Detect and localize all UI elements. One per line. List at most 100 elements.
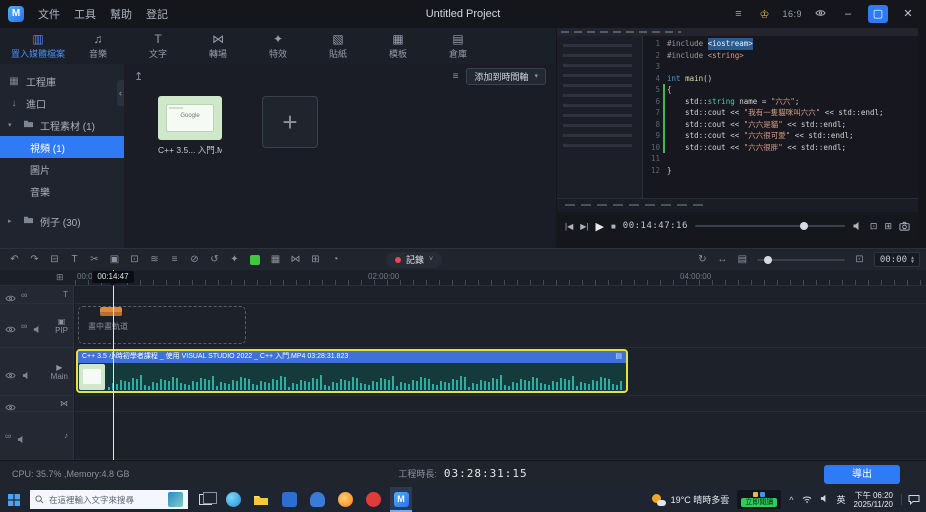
weather-widget[interactable]: 19°C 晴時多雲 <box>652 493 730 506</box>
track-pip-lane[interactable]: 畫中畫軌道 <box>75 304 926 348</box>
sidebar-collapse-handle[interactable]: ‹ <box>117 80 124 106</box>
fit-timeline-icon[interactable]: ⊡ <box>851 252 868 268</box>
tab-music[interactable]: ♫音樂 <box>70 33 126 60</box>
start-button[interactable] <box>4 494 24 506</box>
sidebar-item-video[interactable]: 視頻 (1) <box>0 136 124 158</box>
pan-zoom-icon[interactable]: ⊞ <box>307 252 324 268</box>
aspect-ratio-button[interactable]: 16:9 <box>782 9 802 19</box>
taskbar-app-store[interactable] <box>278 487 300 512</box>
fullscreen-icon[interactable]: ⊡ <box>870 221 878 232</box>
close-button[interactable]: ✕ <box>898 5 918 23</box>
export-button[interactable]: 導出 <box>824 465 900 484</box>
filmstrip-icon[interactable]: ▤ <box>734 252 751 268</box>
add-to-timeline-dropdown[interactable]: 添加到時間軸 ▾ <box>466 68 546 85</box>
snapshot-camera-icon[interactable] <box>899 221 910 231</box>
preview-video[interactable]: 1#include <iostream>2#include <string>3 … <box>557 28 918 212</box>
taskbar-app-file-explorer[interactable] <box>250 487 272 512</box>
eye-icon[interactable] <box>5 399 16 408</box>
skip-to-end-button[interactable]: ▶| <box>580 222 588 231</box>
speaker-icon[interactable] <box>32 321 43 330</box>
eye-icon[interactable] <box>5 321 16 330</box>
timecode-spinner[interactable]: 00:00 ▲▼ <box>874 252 920 267</box>
action-center-button[interactable] <box>901 494 920 505</box>
seek-knob[interactable] <box>800 222 808 230</box>
menu-help[interactable]: 幫助 <box>110 6 132 22</box>
rotate-icon[interactable]: ↺ <box>206 252 223 268</box>
network-icon[interactable] <box>802 494 812 505</box>
track-refresh-icon[interactable]: ↻ <box>694 252 711 268</box>
spinner-arrows-icon[interactable]: ▲▼ <box>911 256 914 264</box>
mute-icon[interactable]: ⊘ <box>186 252 203 268</box>
timeline-zoom-slider[interactable] <box>757 259 845 261</box>
lock-link-icon[interactable]: ∞ <box>5 431 11 441</box>
preview-seek-slider[interactable] <box>695 225 845 227</box>
menu-file[interactable]: 文件 <box>38 6 60 22</box>
hamburger-menu-icon[interactable]: ≡ <box>730 8 746 20</box>
sort-icon[interactable]: ≡ <box>453 71 459 82</box>
menu-register[interactable]: 登記 <box>146 6 168 22</box>
task-view-button[interactable] <box>194 487 216 512</box>
language-indicator[interactable]: 英 <box>837 493 846 506</box>
maximize-button[interactable]: ▢ <box>868 5 888 23</box>
track-audio-lane[interactable] <box>75 412 926 460</box>
taskbar-clock[interactable]: 下午 06:20 2025/11/20 <box>854 491 893 509</box>
split-icon[interactable]: ✂ <box>86 252 103 268</box>
taskbar-search[interactable]: 在這裡輸入文字來搜尋 <box>30 490 188 509</box>
tab-stickers[interactable]: ▧貼紙 <box>310 33 366 60</box>
taskbar-app-mail[interactable] <box>306 487 328 512</box>
tab-import-media[interactable]: ▥置入媒體檔案 <box>10 33 66 60</box>
color-swatch-icon[interactable] <box>250 255 260 265</box>
promo-badge[interactable]: 立即閱讀 <box>741 498 777 507</box>
track-main-lane[interactable]: C++ 3.5 小時初學者課程 _ 使用 VISUAL STUDIO 2022 … <box>75 348 926 396</box>
render-preview-eye-icon[interactable] <box>812 8 828 21</box>
sidebar-item-audio[interactable]: 音樂 <box>0 180 124 202</box>
tab-text[interactable]: T文字 <box>130 33 186 60</box>
add-media-tile[interactable]: + <box>262 96 318 148</box>
volume-icon[interactable] <box>852 221 863 231</box>
taskbar-app-media-player[interactable] <box>362 487 384 512</box>
zoom-knob[interactable] <box>764 256 772 264</box>
sidebar-item-project-library[interactable]: ▦工程庫 <box>0 70 124 92</box>
play-button[interactable]: ▶ <box>595 220 603 233</box>
taskbar-app-firefox[interactable] <box>334 487 356 512</box>
transition-icon[interactable]: ⋈ <box>287 252 304 268</box>
ripple-icon[interactable]: ≡ <box>166 252 183 268</box>
redo-icon[interactable]: ↷ <box>26 252 43 268</box>
record-button[interactable]: 記錄 ˅ <box>386 252 442 268</box>
effects-icon[interactable]: ✦ <box>226 252 243 268</box>
sidebar-item-images[interactable]: 圖片 <box>0 158 124 180</box>
import-files-button[interactable]: ↥ <box>134 70 143 83</box>
speed-icon[interactable]: ≋ <box>146 252 163 268</box>
delete-icon[interactable]: ⊟ <box>46 252 63 268</box>
lock-link-icon[interactable]: ∞ <box>21 321 27 331</box>
speaker-icon[interactable] <box>16 431 27 440</box>
tab-templates[interactable]: ▦模板 <box>370 33 426 60</box>
sidebar-item-project-media[interactable]: ▾工程素材 (1) <box>0 114 124 136</box>
fit-width-icon[interactable]: ↔ <box>714 252 731 268</box>
speaker-icon[interactable] <box>21 367 32 376</box>
taskbar-app-edge[interactable] <box>222 487 244 512</box>
media-item-video[interactable]: Google C++ 3.5... 入門.MP4 <box>158 96 222 156</box>
taskbar-app-filmora[interactable]: M <box>390 487 412 512</box>
timeline-ruler[interactable]: ⊞ 00:00:00 02:00:00 04:00:00 <box>0 270 926 286</box>
tab-transitions[interactable]: ⋈轉場 <box>190 33 246 60</box>
tray-volume-icon[interactable] <box>820 494 829 505</box>
sidebar-item-import[interactable]: ↓進口 <box>0 92 124 114</box>
tab-stock[interactable]: ▤倉庫 <box>430 33 486 60</box>
stop-button[interactable]: ■ <box>611 222 616 231</box>
track-overlay-lane[interactable] <box>75 396 926 412</box>
news-promo-widget[interactable]: 立即閱讀 <box>737 490 781 509</box>
eye-icon[interactable] <box>5 290 16 299</box>
crop-icon[interactable]: ⊡ <box>126 252 143 268</box>
tab-effects[interactable]: ✦特效 <box>250 33 306 60</box>
grab-frame-icon[interactable]: ⊞ <box>884 221 892 232</box>
eye-icon[interactable] <box>5 367 16 376</box>
undo-icon[interactable]: ↶ <box>6 252 23 268</box>
menu-tools[interactable]: 工具 <box>74 6 96 22</box>
lock-link-icon[interactable]: ∞ <box>21 290 27 300</box>
minimize-button[interactable]: – <box>838 5 858 23</box>
pip-mini-clip[interactable] <box>100 307 122 316</box>
manage-tracks-icon[interactable]: ⊞ <box>56 272 64 283</box>
sidebar-item-samples[interactable]: ▸例子 (30) <box>0 210 124 232</box>
copy-icon[interactable]: ▣ <box>106 252 123 268</box>
